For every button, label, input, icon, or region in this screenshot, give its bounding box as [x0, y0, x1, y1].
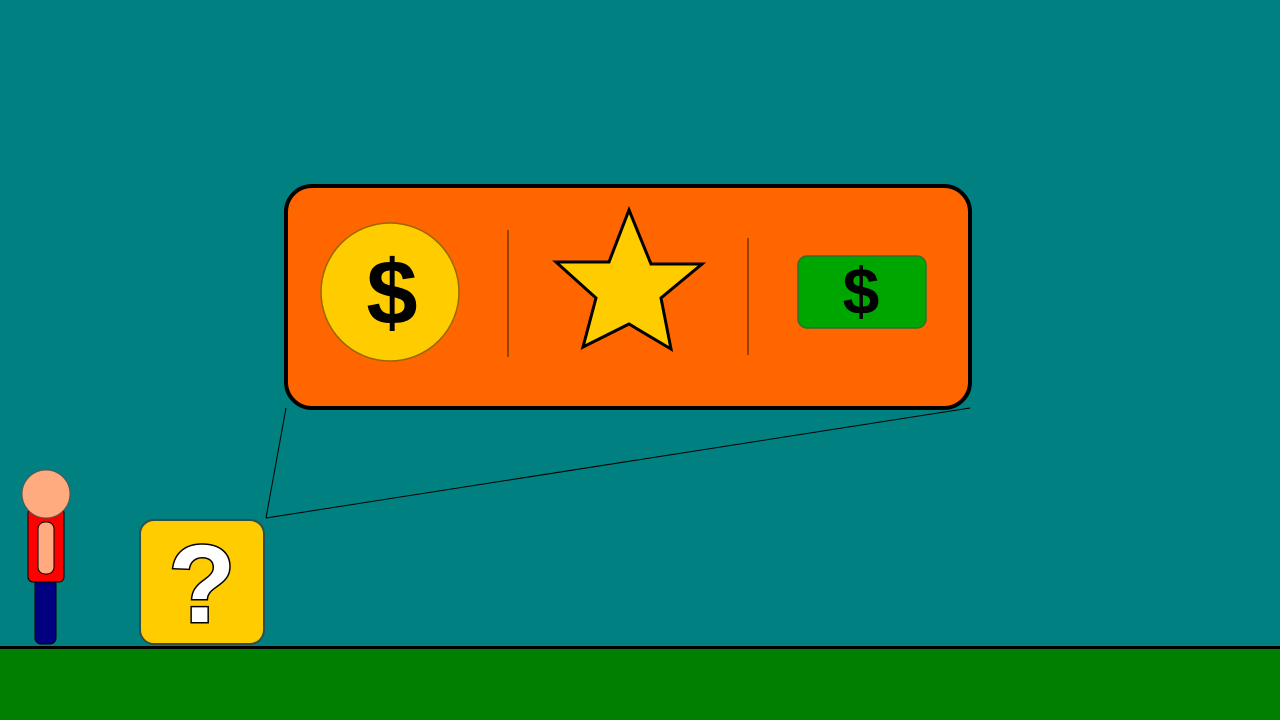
question-block-icon[interactable]: ? [139, 519, 265, 648]
reward-panel: $ $ [284, 184, 972, 410]
callout-pointer [265, 407, 971, 519]
player-head [21, 469, 71, 519]
player-arm [37, 521, 55, 575]
player-character [21, 469, 71, 645]
coin-icon: $ [320, 222, 460, 362]
scene-overlay: $ $ ? [21, 184, 972, 648]
question-mark: ? [168, 523, 235, 646]
bill-symbol: $ [843, 254, 880, 328]
dollar-bill-icon: $ [797, 254, 927, 329]
coin-symbol: $ [366, 242, 417, 344]
player-legs [34, 577, 57, 645]
game-scene: $ $ ? [0, 0, 1280, 720]
